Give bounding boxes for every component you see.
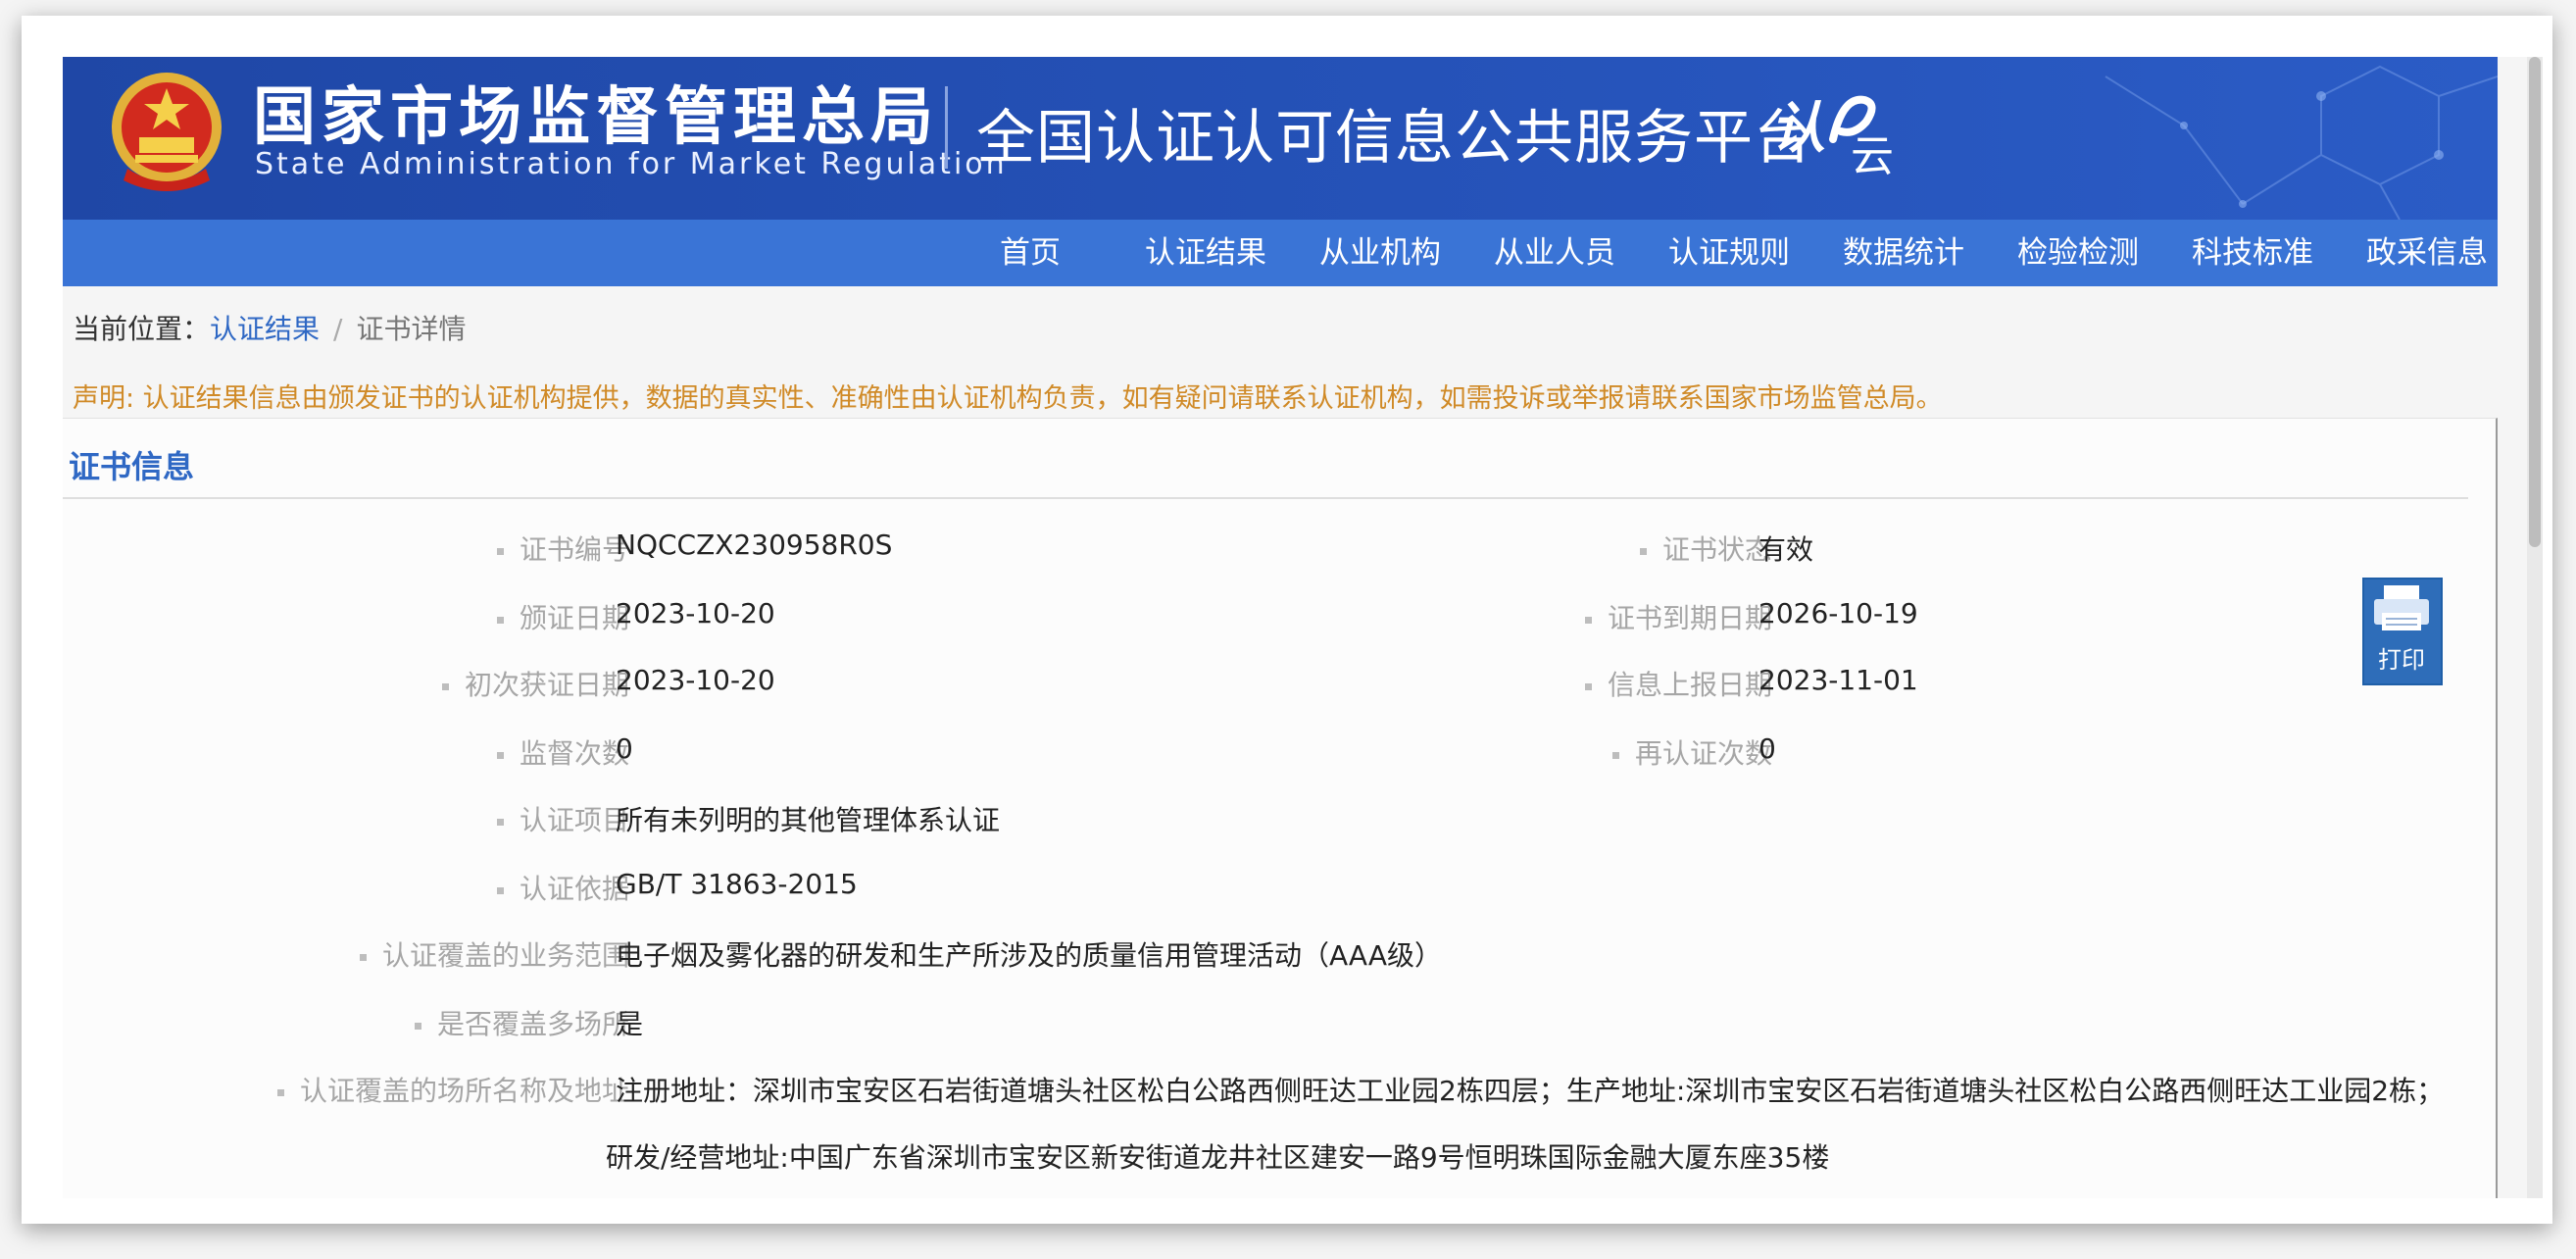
- field-value-cert-no: NQCCZX230958R0S: [616, 529, 893, 561]
- field-value-sites-line2: 研发/经营地址:中国广东省深圳市宝安区新安街道龙井社区建安一路9号恒明珠国际金融…: [606, 1141, 1830, 1174]
- print-button-label: 打印: [2378, 646, 2425, 674]
- field-value-cert-status: 有效: [1759, 533, 1814, 566]
- field-label-recert-count: 再认证次数: [1611, 732, 1772, 772]
- field-value-project: 所有未列明的其他管理体系认证: [616, 804, 1001, 836]
- breadcrumb-current: 证书详情: [356, 313, 467, 345]
- printer-icon: [2374, 585, 2429, 630]
- field-value-first-date: 2023-10-20: [616, 664, 775, 696]
- nav-item-home[interactable]: 首页: [1000, 220, 1061, 286]
- field-label-project: 认证项目: [496, 799, 629, 838]
- main-nav: 首页 认证结果 从业机构 从业人员 认证规则 数据统计 检验检测 科技标准 政采…: [63, 220, 2498, 286]
- field-value-basis: GB/T 31863-2015: [616, 868, 858, 900]
- print-button[interactable]: 打印: [2362, 578, 2443, 685]
- field-label-scope: 认证覆盖的业务范围: [359, 934, 629, 974]
- logo-char-1: 认: [1770, 96, 1825, 161]
- field-label-first-date: 初次获证日期: [441, 664, 629, 703]
- field-value-report-date: 2023-11-01: [1759, 664, 1918, 696]
- browser-viewport: 国家市场监督管理总局 State Administration for Mark…: [63, 57, 2543, 1198]
- field-value-recert-count: 0: [1759, 732, 1776, 765]
- field-value-sites-line1: 注册地址：深圳市宝安区石岩街道塘头社区松白公路西侧旺达工业园2栋四层；生产地址:…: [616, 1075, 2445, 1107]
- field-label-cert-status: 证书状态: [1639, 529, 1772, 568]
- agency-name-en: State Administration for Market Regulati…: [255, 147, 1008, 181]
- header-divider: [945, 86, 948, 169]
- field-label-supervision-count: 监督次数: [496, 732, 629, 772]
- field-label-basis: 认证依据: [496, 868, 629, 907]
- field-label-issue-date: 颁证日期: [496, 597, 629, 636]
- page-scrollbar[interactable]: [2527, 57, 2543, 1198]
- breadcrumb-separator: /: [333, 313, 343, 345]
- nav-item-standards[interactable]: 科技标准: [2192, 220, 2313, 286]
- nav-item-procurement[interactable]: 政采信息: [2366, 220, 2488, 286]
- disclaimer-notice: 声明: 认证结果信息由颁发证书的认证机构提供，数据的真实性、准确性由认证机构负责…: [73, 383, 1943, 414]
- agency-name-cn: 国家市场监督管理总局: [253, 81, 939, 154]
- platform-title: 全国认证认可信息公共服务平台: [976, 104, 1813, 173]
- field-value-issue-date: 2023-10-20: [616, 597, 775, 630]
- national-emblem-icon: [112, 73, 222, 191]
- field-value-supervision-count: 0: [616, 732, 633, 765]
- platform-logo: 认 云: [1770, 95, 1894, 178]
- section-divider: [63, 497, 2468, 499]
- field-label-multi-site: 是否覆盖多场所: [414, 1003, 629, 1042]
- field-value-scope: 电子烟及雾化器的研发和生产所涉及的质量信用管理活动（AAA级）: [616, 939, 1443, 972]
- nav-item-cert-results[interactable]: 认证结果: [1145, 220, 1266, 286]
- nav-item-personnel[interactable]: 从业人员: [1494, 220, 1615, 286]
- breadcrumb: 当前位置：认证结果 / 证书详情: [73, 308, 466, 347]
- scrollbar-thumb[interactable]: [2529, 57, 2541, 547]
- certificate-panel: 证书信息 证书编号 NQCCZX230958R0S 证书状态 有效 颁证日期 2…: [63, 418, 2498, 1198]
- field-label-sites: 认证覆盖的场所名称及地址: [276, 1070, 629, 1109]
- logo-char-2: 云: [1851, 131, 1894, 178]
- nav-item-rules[interactable]: 认证规则: [1668, 220, 1790, 286]
- nav-item-statistics[interactable]: 数据统计: [1843, 220, 1964, 286]
- field-value-multi-site: 是: [616, 1008, 644, 1040]
- site-header: 国家市场监督管理总局 State Administration for Mark…: [63, 57, 2498, 220]
- breadcrumb-link-cert-results[interactable]: 认证结果: [210, 313, 320, 345]
- field-value-expire-date: 2026-10-19: [1759, 597, 1918, 630]
- section-title: 证书信息: [69, 448, 195, 485]
- screenshot-frame: 国家市场监督管理总局 State Administration for Mark…: [22, 16, 2552, 1224]
- nav-item-institutions[interactable]: 从业机构: [1319, 220, 1441, 286]
- field-label-cert-no: 证书编号: [496, 529, 629, 568]
- field-label-report-date: 信息上报日期: [1584, 664, 1772, 703]
- nav-item-inspection[interactable]: 检验检测: [2017, 220, 2139, 286]
- breadcrumb-prefix: 当前位置：: [73, 313, 211, 345]
- field-label-expire-date: 证书到期日期: [1584, 597, 1772, 636]
